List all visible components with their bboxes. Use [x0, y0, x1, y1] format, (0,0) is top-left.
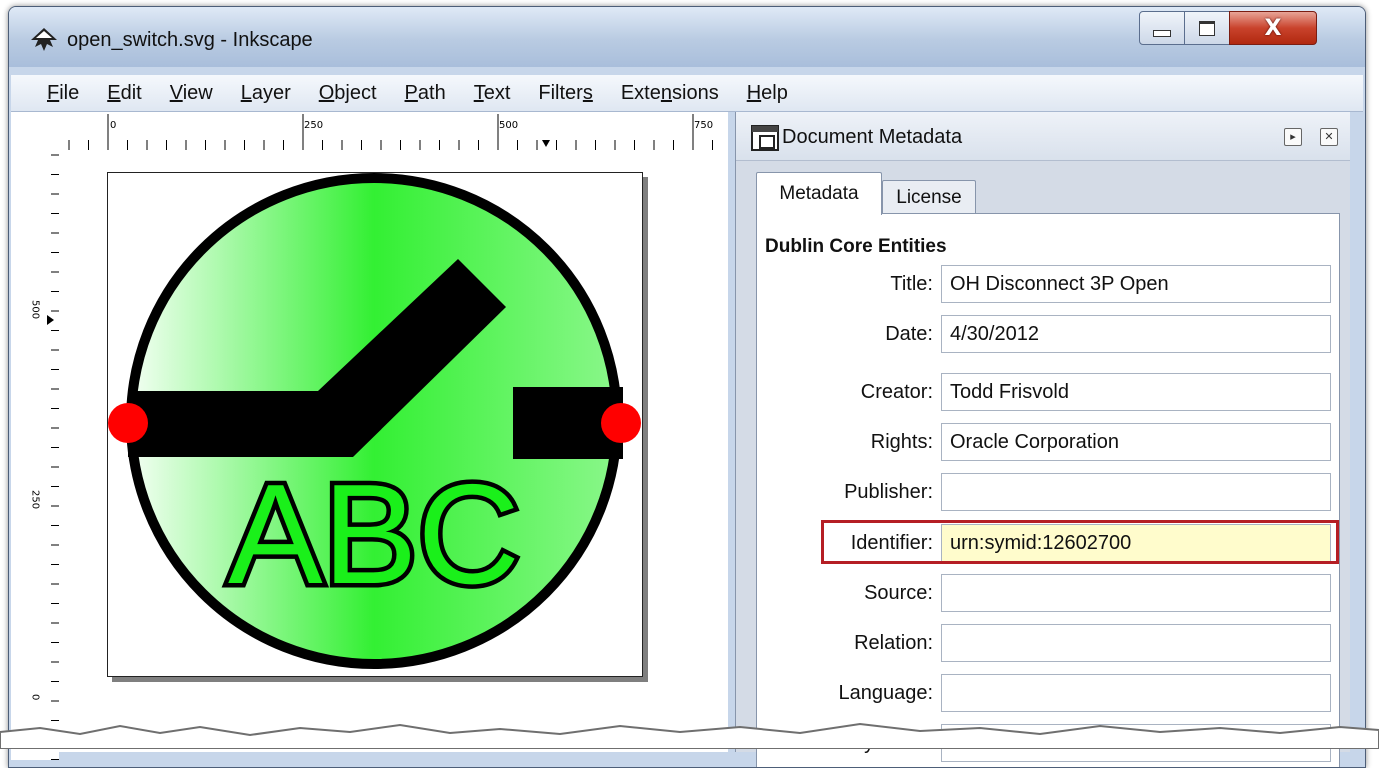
drawing-canvas[interactable]: 0 250 500 750 500 250 0 ABC — [11, 112, 728, 760]
section-title: Dublin Core Entities — [765, 236, 947, 257]
ruler-label: 500 — [499, 120, 518, 131]
relation-field[interactable] — [941, 624, 1331, 662]
field-row-date: Date: 4/30/2012 — [757, 311, 1339, 357]
document-metadata-panel: Document Metadata ▸ ✕ Metadata License D… — [735, 112, 1350, 767]
field-label: Creator: — [860, 381, 933, 403]
metadata-form: Dublin Core Entities Title: OH Disconnec… — [756, 213, 1340, 767]
ruler-label: 250 — [304, 120, 323, 131]
field-label: Publisher: — [844, 481, 933, 503]
field-row-creator: Creator: Todd Frisvold — [757, 369, 1339, 415]
field-row-relation: Relation: — [757, 620, 1339, 666]
open-switch-symbol[interactable]: ABC — [108, 173, 642, 676]
window-title: open_switch.svg - Inkscape — [67, 29, 313, 51]
field-label: Relation: — [854, 632, 933, 654]
field-row-rights: Rights: Oracle Corporation — [757, 419, 1339, 465]
menu-extensions[interactable]: Extensions — [621, 82, 719, 105]
creator-field[interactable]: Todd Frisvold — [941, 373, 1331, 411]
menu-file[interactable]: File — [47, 82, 79, 105]
tab-metadata[interactable]: Metadata — [756, 172, 882, 215]
menu-object[interactable]: Object — [319, 82, 377, 105]
left-conductor — [128, 391, 318, 457]
ruler-label: 0 — [30, 694, 41, 700]
field-label: Source: — [864, 582, 933, 604]
publisher-field[interactable] — [941, 473, 1331, 511]
field-row-identifier: Identifier: urn:symid:12602700 — [757, 520, 1339, 566]
field-label: Date: — [885, 323, 933, 345]
field-row-title: Title: OH Disconnect 3P Open — [757, 261, 1339, 307]
panel-iconify-button[interactable]: ▸ — [1284, 128, 1302, 146]
menu-filters[interactable]: Filters — [538, 82, 592, 105]
ruler-label: 0 — [110, 120, 116, 131]
ruler-label: 250 — [30, 490, 41, 509]
tab-license[interactable]: License — [882, 180, 976, 215]
field-row-language: Language: — [757, 670, 1339, 716]
date-field[interactable]: 4/30/2012 — [941, 315, 1331, 353]
field-label: Rights: — [870, 431, 933, 453]
identifier-field[interactable]: urn:symid:12602700 — [941, 524, 1331, 562]
horizontal-ruler[interactable]: 0 250 500 750 — [59, 112, 728, 150]
field-label: Language: — [838, 682, 933, 704]
minimize-button[interactable] — [1139, 11, 1185, 45]
source-field[interactable] — [941, 574, 1331, 612]
menu-text[interactable]: Text — [474, 82, 511, 105]
field-label: Identifier: — [850, 532, 933, 554]
ruler-pointer-icon — [542, 140, 550, 147]
close-icon: X — [1264, 15, 1282, 41]
menu-view[interactable]: View — [170, 82, 213, 105]
inkscape-logo-icon — [31, 28, 57, 51]
panel-header: Document Metadata ▸ ✕ — [736, 112, 1350, 161]
close-button[interactable]: X — [1229, 11, 1317, 45]
ruler-label: 500 — [30, 300, 41, 319]
phase-label: ABC — [228, 455, 520, 614]
minimize-icon — [1153, 29, 1171, 37]
language-field[interactable] — [941, 674, 1331, 712]
panel-close-button[interactable]: ✕ — [1320, 128, 1338, 146]
menu-path[interactable]: Path — [405, 82, 446, 105]
vertical-ruler[interactable]: 500 250 0 — [11, 150, 59, 760]
document-page[interactable]: ABC — [107, 172, 643, 677]
menu-layer[interactable]: Layer — [241, 82, 291, 105]
panel-title: Document Metadata — [782, 126, 963, 148]
menu-edit[interactable]: Edit — [107, 82, 141, 105]
maximize-button[interactable] — [1184, 11, 1230, 45]
title-bar[interactable]: open_switch.svg - Inkscape X — [9, 7, 1365, 67]
field-label: Title: — [890, 273, 933, 295]
ruler-pointer-icon — [47, 315, 54, 325]
right-terminal — [601, 403, 641, 443]
title-field[interactable]: OH Disconnect 3P Open — [941, 265, 1331, 303]
torn-edge-decoration — [0, 722, 1379, 749]
maximize-icon — [1199, 20, 1215, 36]
ruler-label: 750 — [694, 120, 713, 131]
field-row-source: Source: — [757, 570, 1339, 616]
document-properties-icon — [751, 125, 779, 151]
menu-help[interactable]: Help — [747, 82, 788, 105]
field-row-publisher: Publisher: — [757, 469, 1339, 515]
left-terminal — [108, 403, 148, 443]
rights-field[interactable]: Oracle Corporation — [941, 423, 1331, 461]
inkscape-window: open_switch.svg - Inkscape X File Edit V… — [8, 6, 1366, 768]
menu-bar: File Edit View Layer Object Path Text Fi… — [11, 75, 1363, 112]
